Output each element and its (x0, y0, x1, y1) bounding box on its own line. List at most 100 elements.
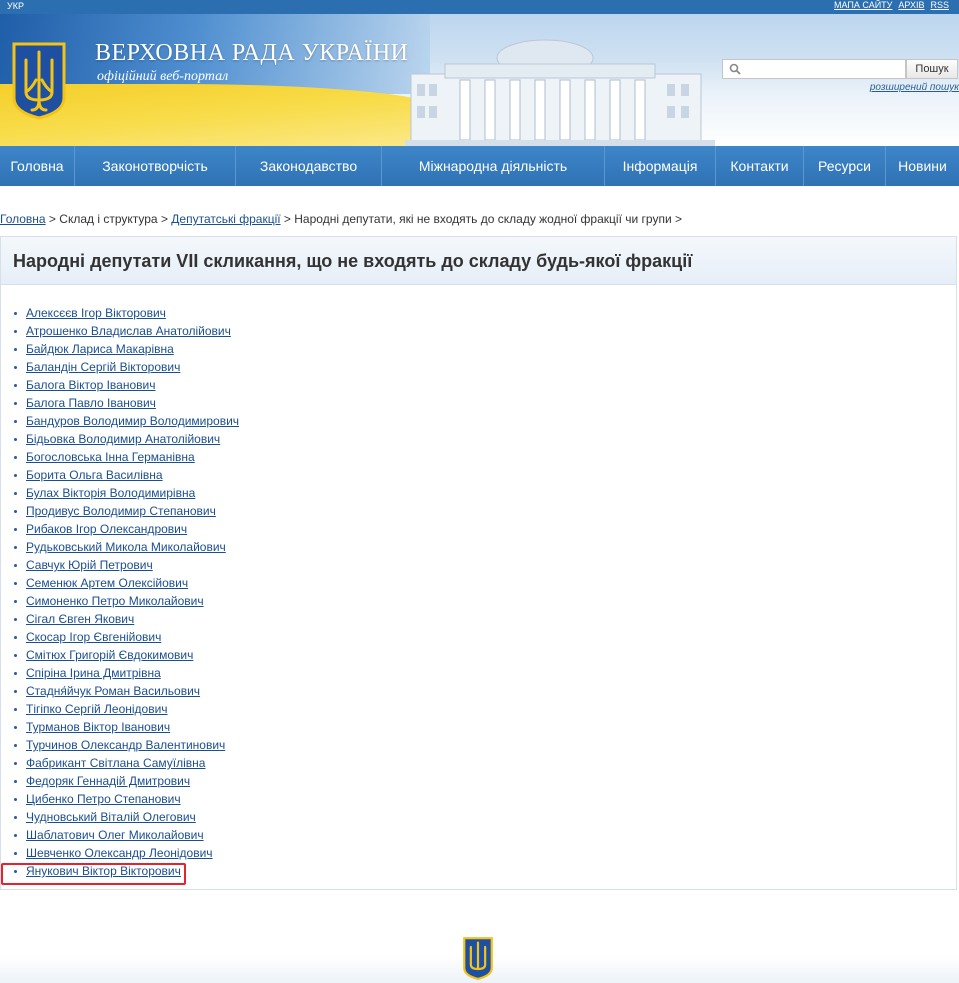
top-bar: УКР МАПА САЙТУ АРХІВ RSS (0, 0, 959, 14)
deputy-list-item: Балога Павло Іванович (1, 394, 239, 412)
deputy-list-item: Атрошенко Владислав Анатолійович (1, 322, 239, 340)
highlight-box (1, 863, 186, 885)
deputy-list-item: Богословська Інна Германівна (1, 448, 239, 466)
deputy-link[interactable]: Алексєєв Ігор Вікторович (26, 306, 166, 320)
nav-item-contacts[interactable]: Контакти (716, 146, 804, 186)
deputy-link[interactable]: Атрошенко Владислав Анатолійович (26, 324, 231, 338)
deputy-link[interactable]: Бандуров Володимир Володимирович (26, 414, 239, 428)
nav-item-lawmaking[interactable]: Законотворчість (75, 146, 236, 186)
deputy-link[interactable]: Тігіпко Сергій Леонідович (26, 702, 168, 716)
nav-item-information[interactable]: Інформація (605, 146, 716, 186)
deputy-list-item: Фабрикант Світлана Самуїлівна (1, 754, 239, 772)
trident-logo-icon[interactable] (10, 40, 68, 120)
deputy-list: Алексєєв Ігор Вікторович Атрошенко Владис… (1, 304, 239, 880)
breadcrumb-factions[interactable]: Депутатські фракції (171, 212, 280, 226)
breadcrumb-separator: > (45, 212, 60, 226)
breadcrumb: Головна > Склад і структура > Депутатськ… (0, 212, 682, 226)
sitemap-link[interactable]: МАПА САЙТУ (834, 0, 892, 10)
advanced-search-link[interactable]: розширений пошук (870, 82, 959, 93)
deputy-list-item: Савчук Юрій Петрович (1, 556, 239, 574)
content-header: Народні депутати VII скликання, що не вх… (1, 237, 956, 285)
site-subtitle: офіційний веб-портал (97, 69, 229, 84)
deputy-link[interactable]: Чудновський Віталій Олегович (26, 810, 196, 824)
search-button[interactable]: Пошук (906, 59, 958, 79)
deputy-list-item: Турманов Віктор Іванович (1, 718, 239, 736)
deputy-list-item: Байдюк Лариса Макарівна (1, 340, 239, 358)
search-input[interactable] (747, 60, 906, 80)
deputy-list-item: Турчинов Олександр Валентинович (1, 736, 239, 754)
breadcrumb-separator: > (671, 212, 682, 226)
deputy-list-item: Спіріна Ірина Дмитрівна (1, 664, 239, 682)
nav-item-international[interactable]: Міжнародна діяльність (382, 146, 605, 186)
deputy-link[interactable]: Сігал Євген Якович (26, 612, 134, 626)
deputy-list-item: Рудьковський Микола Миколайович (1, 538, 239, 556)
deputy-link[interactable]: Турманов Віктор Іванович (26, 720, 170, 734)
main-navigation: Головна Законотворчість Законодавство Мі… (0, 146, 959, 186)
deputy-link[interactable]: Шаблатович Олег Миколайович (26, 828, 204, 842)
site-header: ВЕРХОВНА РАДА УКРАЇНИ офіційний веб-порт… (0, 14, 959, 146)
deputy-list-item: Баландін Сергій Вікторович (1, 358, 239, 376)
top-links: МАПА САЙТУ АРХІВ RSS (828, 0, 949, 10)
deputy-list-item: Балога Віктор Іванович (1, 376, 239, 394)
deputy-link[interactable]: Турчинов Олександр Валентинович (26, 738, 225, 752)
deputy-list-item: Симоненко Петро Миколайович (1, 592, 239, 610)
deputy-list-item: Сігал Євген Якович (1, 610, 239, 628)
deputy-list-item: Смітюх Григорій Євдокимович (1, 646, 239, 664)
deputy-list-item: Скосар Ігор Євгенійович (1, 628, 239, 646)
deputy-list-item: Продивус Володимир Степанович (1, 502, 239, 520)
trident-footer-icon (463, 937, 493, 980)
deputy-list-item: Булах Вікторія Володимирівна (1, 484, 239, 502)
deputy-list-item: Тігіпко Сергій Леонідович (1, 700, 239, 718)
deputy-link[interactable]: Балога Віктор Іванович (26, 378, 155, 392)
nav-item-legislation[interactable]: Законодавство (236, 146, 382, 186)
deputy-list-item: Борита Ольга Василівна (1, 466, 239, 484)
search-icon (729, 63, 741, 75)
deputy-link[interactable]: Баландін Сергій Вікторович (26, 360, 180, 374)
site-title[interactable]: ВЕРХОВНА РАДА УКРАЇНИ (95, 40, 409, 67)
deputy-link[interactable]: Симоненко Петро Миколайович (26, 594, 204, 608)
archive-link[interactable]: АРХІВ (898, 0, 924, 10)
deputy-list-item: Стадня́йчук Роман Васильович (1, 682, 239, 700)
rss-link[interactable]: RSS (930, 0, 949, 10)
nav-item-home[interactable]: Головна (0, 146, 75, 186)
nav-item-news[interactable]: Новини (886, 146, 959, 186)
deputy-link[interactable]: Продивус Володимир Степанович (26, 504, 216, 518)
deputy-list-item: Бандуров Володимир Володимирович (1, 412, 239, 430)
deputy-link[interactable]: Борита Ольга Василівна (26, 468, 163, 482)
deputy-list-item: Бідьовка Володимир Анатолійович (1, 430, 239, 448)
breadcrumb-structure: Склад і структура (59, 212, 158, 226)
content-panel: Народні депутати VII скликання, що не вх… (0, 236, 957, 890)
deputy-link[interactable]: Семенюк Артем Олексійович (26, 576, 188, 590)
deputy-link[interactable]: Стадня́йчук Роман Васильович (26, 684, 200, 698)
breadcrumb-separator: > (157, 212, 172, 226)
deputy-link[interactable]: Булах Вікторія Володимирівна (26, 486, 195, 500)
deputy-link[interactable]: Балога Павло Іванович (26, 396, 156, 410)
deputy-link[interactable]: Федоряк Геннадій Дмитрович (26, 774, 190, 788)
deputy-link[interactable]: Рибаков Ігор Олександрович (26, 522, 187, 536)
deputy-list-item: Федоряк Геннадій Дмитрович (1, 772, 239, 790)
deputy-link[interactable]: Фабрикант Світлана Самуїлівна (26, 756, 205, 770)
deputy-link[interactable]: Цибенко Петро Степанович (26, 792, 181, 806)
deputy-list-item: Шаблатович Олег Миколайович (1, 826, 239, 844)
deputy-link[interactable]: Савчук Юрій Петрович (26, 558, 153, 572)
breadcrumb-separator: > (280, 212, 295, 226)
footer (0, 928, 959, 983)
deputy-list-item: Алексєєв Ігор Вікторович (1, 304, 239, 322)
deputy-link[interactable]: Смітюх Григорій Євдокимович (26, 648, 193, 662)
deputy-link[interactable]: Рудьковський Микола Миколайович (26, 540, 226, 554)
deputy-list-item: Семенюк Артем Олексійович (1, 574, 239, 592)
deputy-link[interactable]: Скосар Ігор Євгенійович (26, 630, 161, 644)
deputy-link[interactable]: Байдюк Лариса Макарівна (26, 342, 174, 356)
language-label[interactable]: УКР (7, 1, 24, 11)
deputy-link[interactable]: Спіріна Ірина Дмитрівна (26, 666, 161, 680)
breadcrumb-home[interactable]: Головна (0, 212, 46, 226)
breadcrumb-current: Народні депутати, які не входять до скла… (294, 212, 672, 226)
deputy-link[interactable]: Богословська Інна Германівна (26, 450, 195, 464)
deputy-link[interactable]: Бідьовка Володимир Анатолійович (26, 432, 220, 446)
deputy-link[interactable]: Шевченко Олександр Леонідович (26, 846, 213, 860)
deputy-list-item: Чудновський Віталій Олегович (1, 808, 239, 826)
nav-item-resources[interactable]: Ресурси (804, 146, 886, 186)
deputy-list-item: Рибаков Ігор Олександрович (1, 520, 239, 538)
deputy-list-item: Цибенко Петро Степанович (1, 790, 239, 808)
search-box (722, 59, 906, 80)
